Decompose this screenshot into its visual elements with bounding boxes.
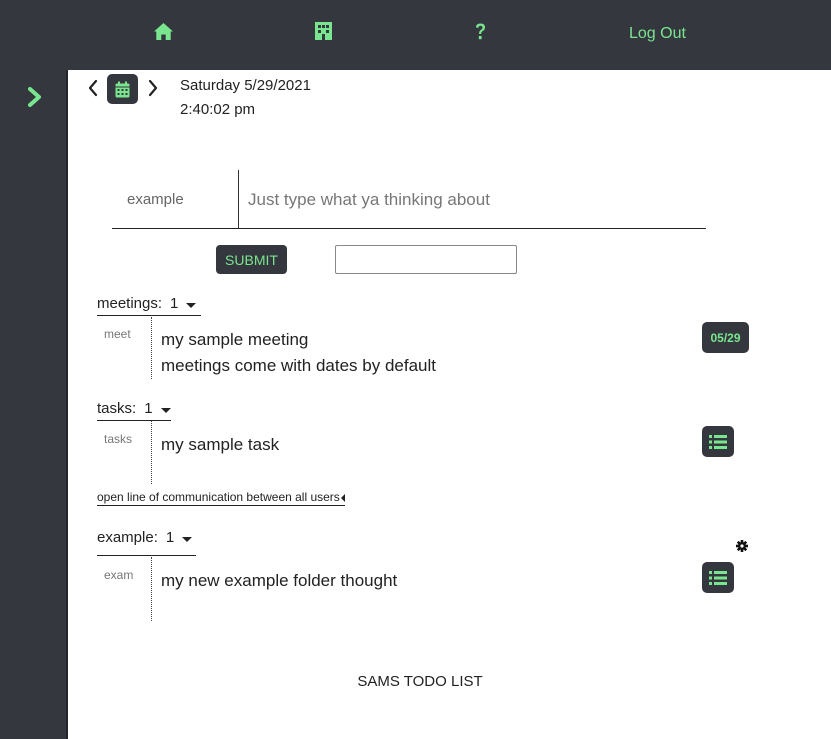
caret-left-icon	[340, 493, 345, 502]
chevron-right-icon	[148, 79, 158, 97]
row-divider	[151, 317, 152, 379]
folder-underline	[97, 555, 196, 556]
caret-down-icon	[186, 302, 197, 308]
submit-button[interactable]: SUBMIT	[216, 245, 287, 274]
task-entry[interactable]: my sample task	[161, 432, 279, 458]
caret-down-icon	[160, 407, 171, 413]
chevron-right-icon[interactable]	[28, 87, 42, 112]
list-icon	[709, 570, 727, 585]
list-icon	[709, 434, 727, 449]
caret-down-icon	[182, 536, 193, 542]
communication-link[interactable]: open line of communication between all u…	[97, 490, 345, 506]
list-button[interactable]	[702, 426, 734, 457]
next-day-button[interactable]	[148, 79, 158, 102]
chevron-left-icon	[88, 79, 98, 97]
composer-underline	[112, 228, 706, 229]
sidebar	[0, 70, 66, 739]
home-icon[interactable]	[153, 22, 174, 41]
calendar-icon	[115, 81, 130, 97]
example-entry[interactable]: my new example folder thought	[161, 568, 397, 594]
gear-icon[interactable]	[736, 539, 748, 557]
building-icon[interactable]	[314, 22, 333, 40]
row-folder-label: exam	[104, 568, 134, 582]
folder-count: 1	[170, 295, 179, 312]
composer-folder-label[interactable]: example	[127, 191, 184, 208]
folder-header-example[interactable]: example: 1	[97, 529, 193, 546]
entry-line: my sample task	[161, 435, 280, 454]
sidebar-divider	[66, 70, 68, 739]
current-time: 2:40:02 pm	[180, 101, 256, 118]
calendar-button[interactable]	[107, 74, 138, 104]
communication-link-text: open line of communication between all u…	[97, 490, 340, 504]
folder-name: example:	[97, 529, 158, 546]
date-badge[interactable]: 05/29	[702, 322, 749, 353]
row-folder-label: meet	[104, 327, 131, 341]
previous-day-button[interactable]	[88, 79, 98, 102]
footer-title: SAMS TODO LIST	[357, 673, 483, 690]
meeting-entry[interactable]: my sample meeting meetings come with dat…	[161, 327, 436, 379]
current-date: Saturday 5/29/2021	[180, 77, 311, 94]
folder-underline	[97, 420, 171, 421]
logout-link[interactable]: Log Out	[629, 25, 686, 43]
secondary-input[interactable]	[335, 245, 517, 274]
help-icon[interactable]	[474, 22, 487, 41]
composer-divider	[238, 170, 239, 228]
folder-name: meetings:	[97, 295, 163, 312]
list-button[interactable]	[702, 562, 734, 593]
row-divider	[151, 557, 152, 621]
folder-name: tasks:	[97, 400, 137, 417]
row-folder-label: tasks	[104, 432, 133, 446]
folder-header-tasks[interactable]: tasks: 1	[97, 400, 171, 417]
thought-input[interactable]	[248, 184, 698, 216]
entry-line: meetings come with dates by default	[161, 356, 436, 375]
entry-line: my new example folder thought	[161, 571, 398, 590]
entry-line: my sample meeting	[161, 330, 309, 349]
folder-count: 1	[165, 529, 175, 546]
folder-header-meetings[interactable]: meetings: 1	[97, 295, 197, 312]
folder-underline	[97, 315, 201, 316]
row-divider	[151, 421, 152, 484]
top-nav-bar: Log Out	[0, 0, 831, 70]
folder-count: 1	[144, 400, 153, 417]
